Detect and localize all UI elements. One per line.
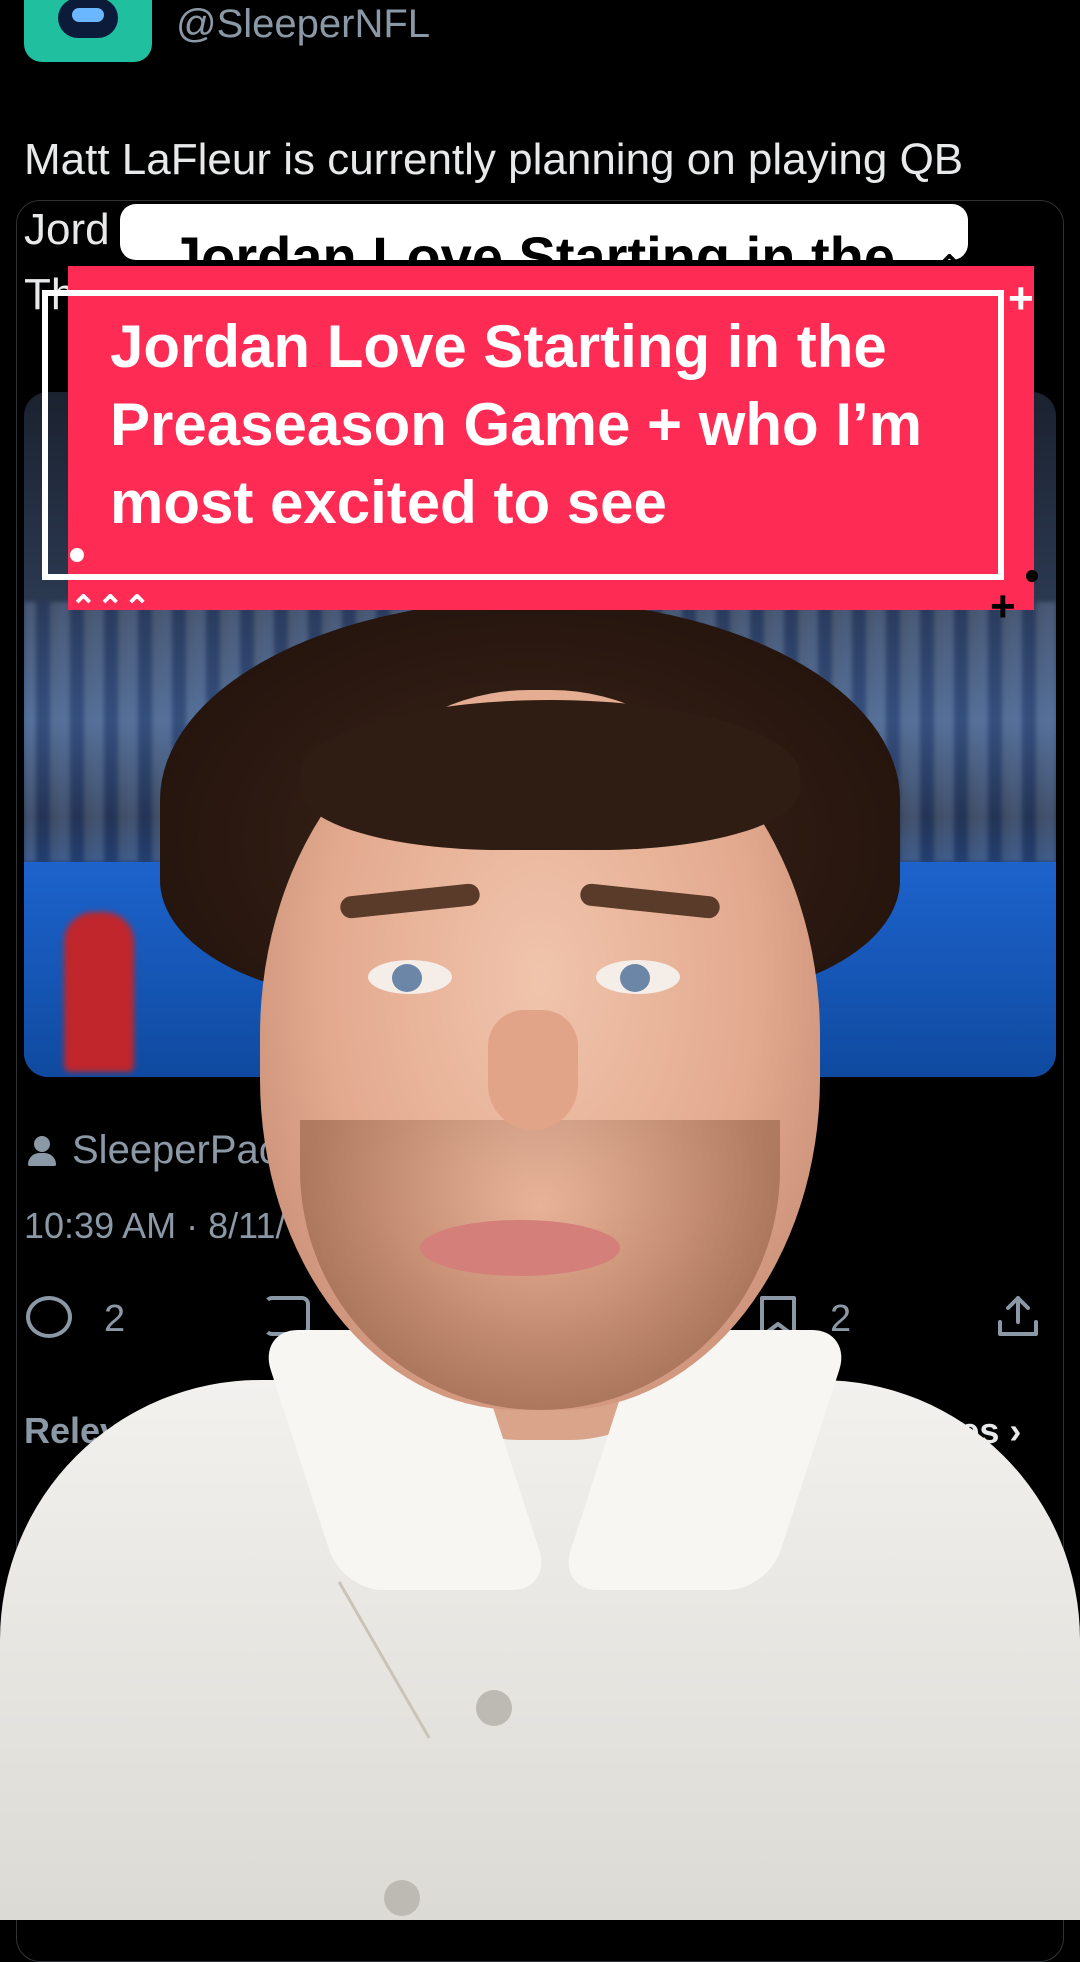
person-icon	[28, 1136, 56, 1166]
sleeper-avatar[interactable]	[24, 0, 152, 62]
background-person	[64, 912, 134, 1072]
person-nose	[488, 1010, 578, 1130]
shirt-button	[476, 1690, 512, 1726]
plus-decoration-icon: +	[990, 582, 1016, 631]
eye-right	[596, 960, 680, 994]
title-strip-text: Jordan Love Starting in the	[170, 225, 895, 260]
dot-decoration-icon	[1026, 570, 1038, 582]
person-lips	[420, 1220, 620, 1276]
tweet-timestamp[interactable]: 10:39 AM · 8/11/	[24, 1205, 286, 1247]
eye-left	[368, 960, 452, 994]
shirt-button	[384, 1880, 420, 1916]
zigzag-decoration-icon: ⌃⌃	[70, 251, 124, 287]
reply-count: 2	[104, 1298, 126, 1340]
dot-decoration-icon	[70, 548, 84, 562]
title-card-text: Jordan Love Starting in the Preaseason G…	[110, 313, 923, 536]
person-shirt	[0, 1380, 1080, 1920]
tweet-text: Matt LaFleur is currently planning on pl…	[24, 135, 964, 184]
person-hair-front	[300, 700, 800, 850]
sleeper-logo-eye	[72, 8, 104, 22]
title-strip: Jordan Love Starting in the	[120, 204, 968, 260]
zigzag-decoration-icon: ⌃⌃⌃	[70, 589, 151, 625]
bookmark-count: 2	[830, 1298, 852, 1340]
tweet-author-credit[interactable]: SleeperPac	[72, 1128, 279, 1173]
tweet-handle[interactable]: @SleeperNFL	[176, 2, 430, 47]
share-icon[interactable]	[994, 1292, 1042, 1340]
reply-icon[interactable]	[26, 1296, 72, 1338]
zigzag-decoration-icon: ⌃⌃⌃	[936, 249, 1017, 285]
